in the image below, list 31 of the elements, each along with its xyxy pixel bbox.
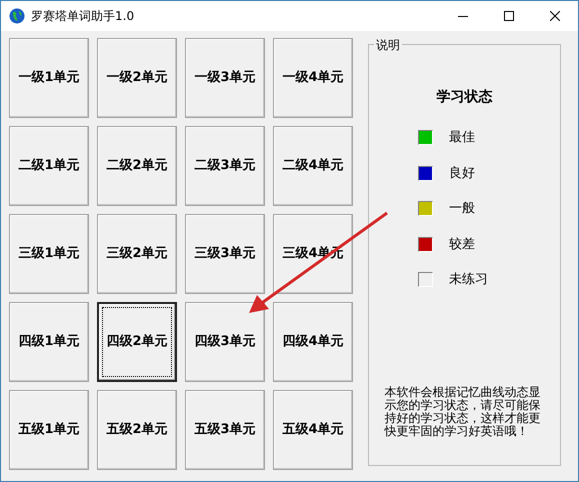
group-title: 说明	[374, 36, 402, 54]
status-label: 较差	[449, 236, 475, 254]
unit-button[interactable]: 三级2单元	[97, 214, 177, 294]
description-text: 本软件会根据记忆曲线动态显示您的学习状态，请尽可能保持好的学习状态，这样才能更快更牢固的学习好英语哦！	[384, 386, 542, 438]
unit-button[interactable]: 四级3单元	[185, 302, 265, 382]
legend-heading: 学习状态	[436, 88, 492, 107]
unit-button[interactable]: 二级2单元	[97, 126, 177, 206]
unit-button[interactable]: 五级1单元	[9, 390, 89, 470]
unit-button[interactable]: 二级3单元	[185, 126, 265, 206]
unit-button[interactable]: 一级2单元	[97, 38, 177, 118]
unit-button[interactable]: 五级2单元	[97, 390, 177, 470]
unit-button[interactable]: 三级3单元	[185, 214, 265, 294]
unit-button[interactable]: 五级3单元	[185, 390, 265, 470]
globe-icon	[9, 8, 25, 24]
status-label: 最佳	[449, 129, 475, 147]
unit-button[interactable]: 二级4单元	[273, 126, 353, 206]
maximize-icon	[504, 11, 514, 21]
unit-button[interactable]: 四级2单元	[97, 302, 177, 382]
unit-button[interactable]: 一级3单元	[185, 38, 265, 118]
unit-button[interactable]: 四级1单元	[9, 302, 89, 382]
close-icon	[550, 11, 560, 21]
status-label: 良好	[449, 164, 475, 182]
unit-button[interactable]: 四级4单元	[273, 302, 353, 382]
unit-button[interactable]: 三级1单元	[9, 214, 89, 294]
unit-button[interactable]: 五级4单元	[273, 390, 353, 470]
window-title: 罗赛塔单词助手1.0	[31, 8, 134, 25]
status-label: 未练习	[449, 271, 488, 289]
unit-button[interactable]: 二级1单元	[9, 126, 89, 206]
status-label: 一般	[449, 200, 475, 218]
unit-button[interactable]: 一级4单元	[273, 38, 353, 118]
unit-button[interactable]: 一级1单元	[9, 38, 89, 118]
